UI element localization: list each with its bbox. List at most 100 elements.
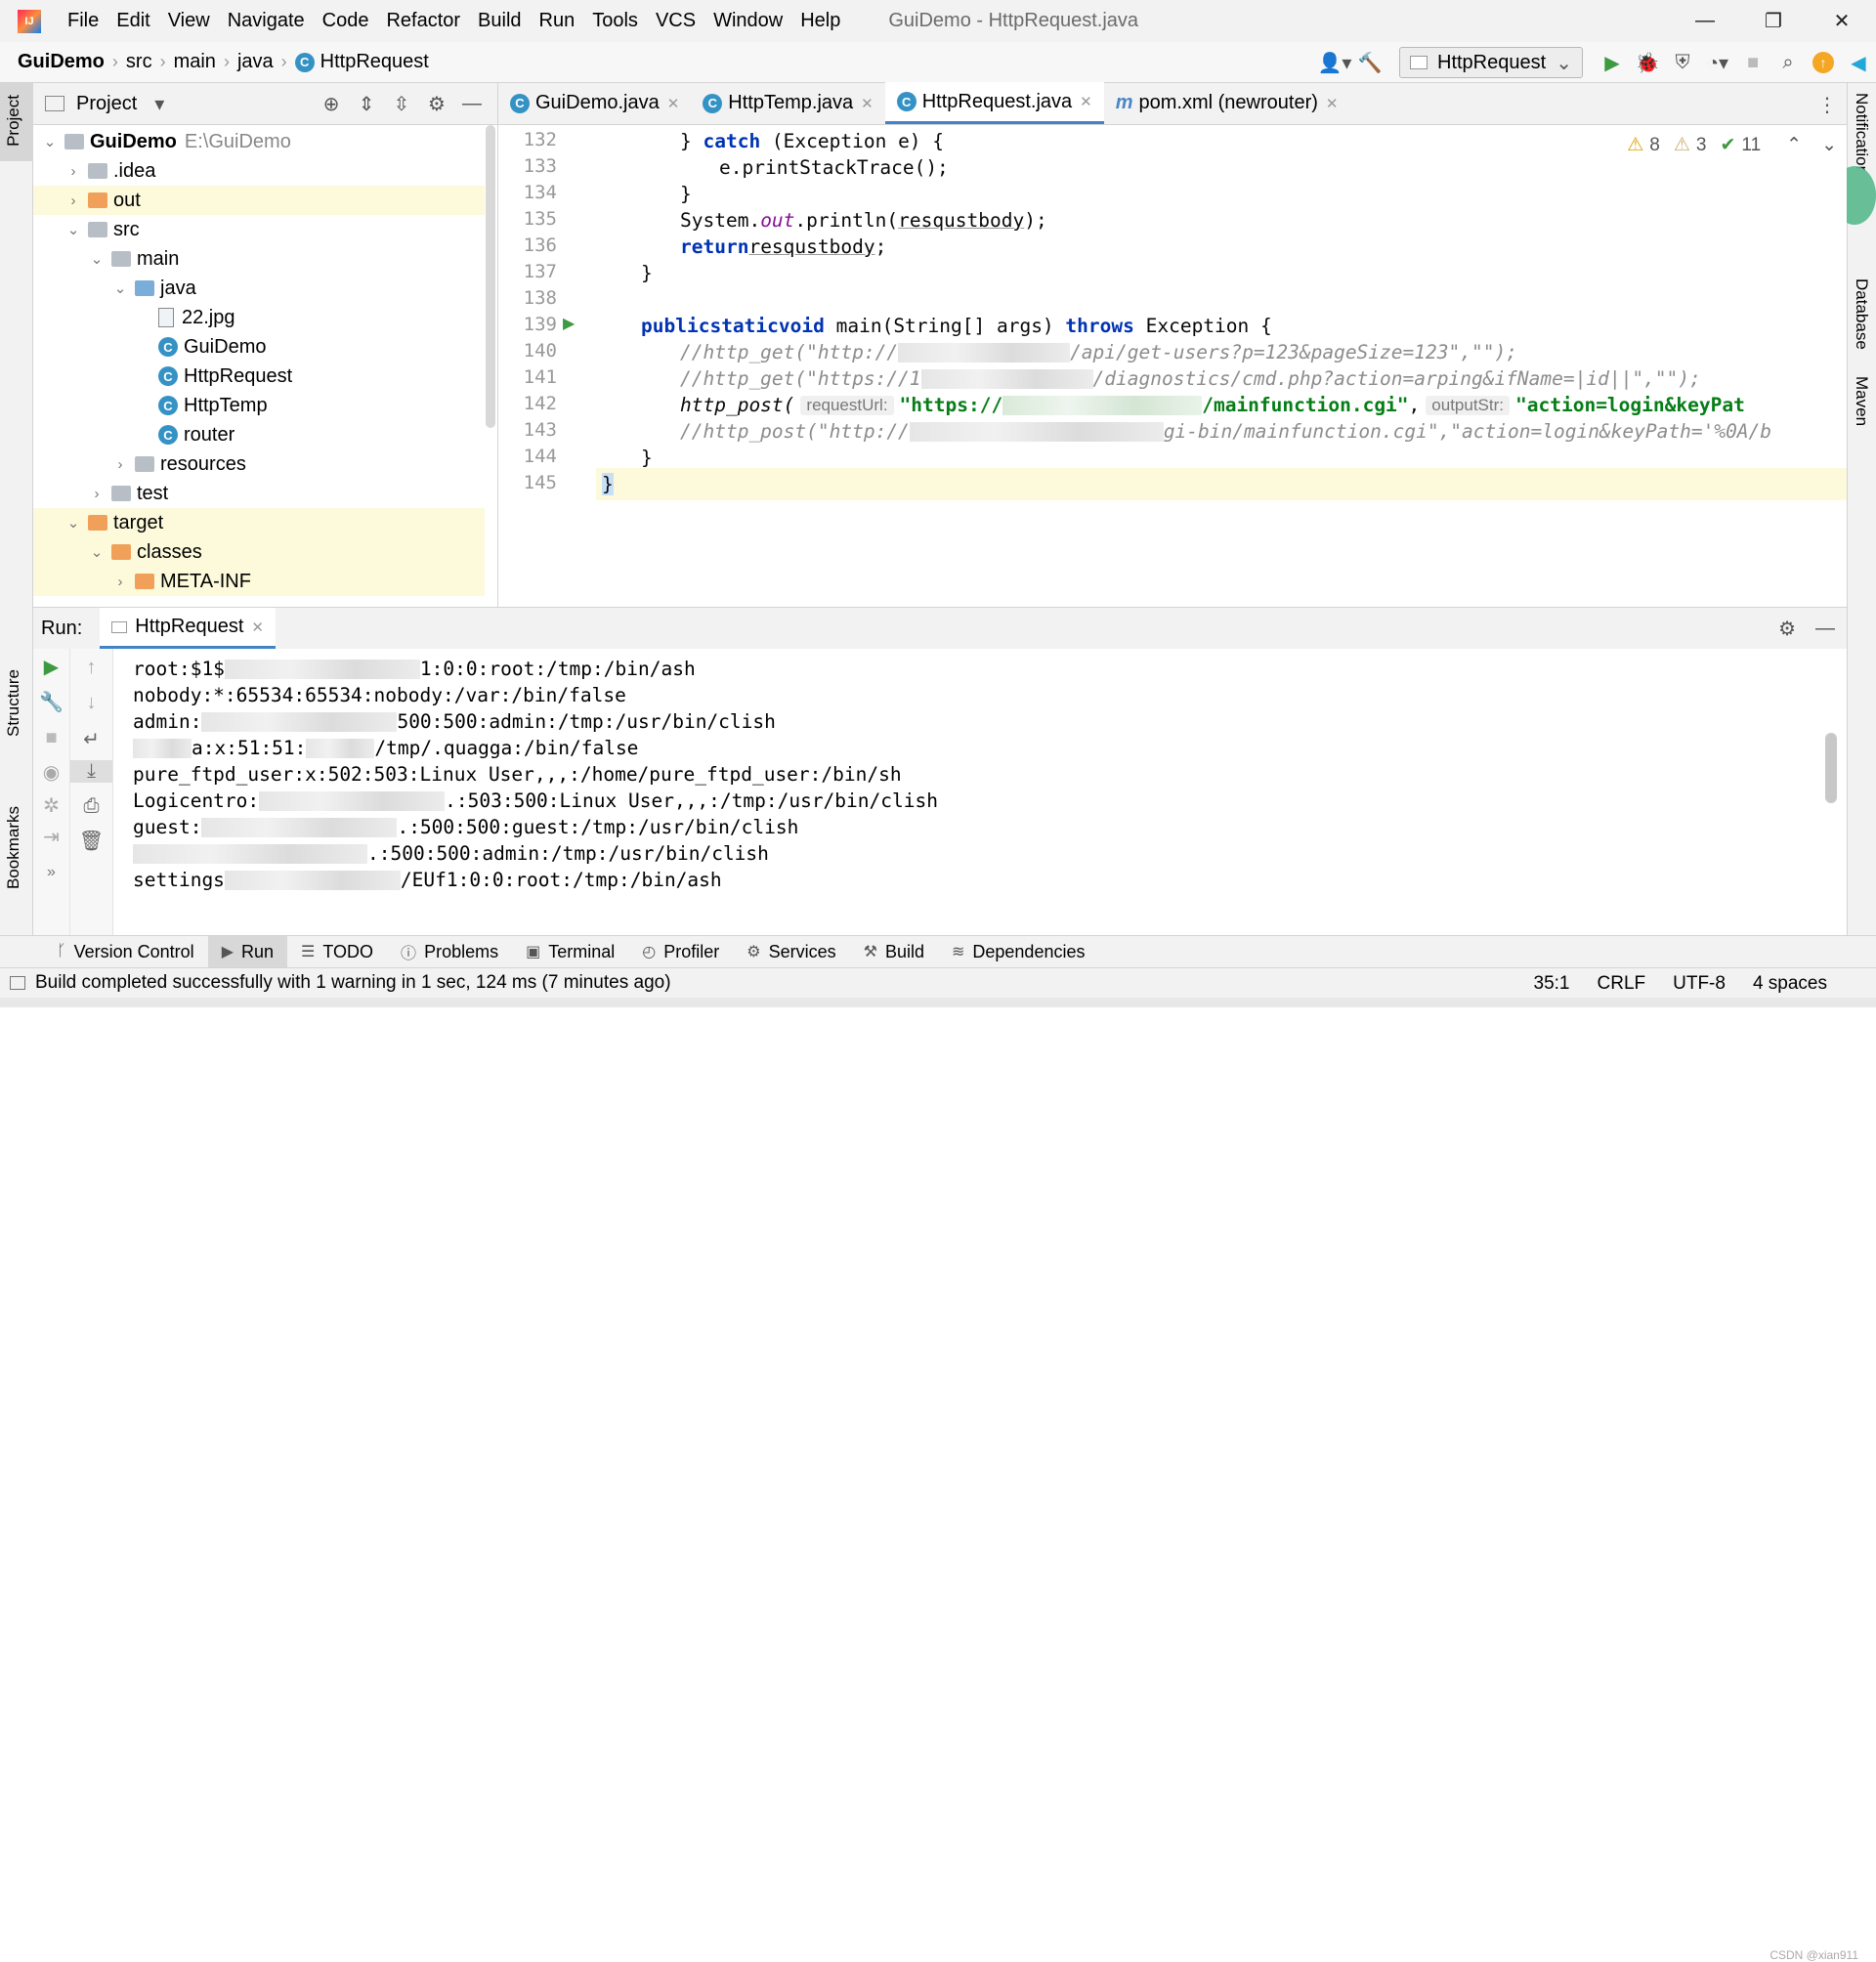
close-icon[interactable]: ✕	[1326, 95, 1339, 112]
tree-item[interactable]: ⌄ classes	[33, 537, 485, 567]
chevron-right-icon[interactable]: ›	[111, 456, 129, 473]
tab-bookmarks[interactable]: Bookmarks	[4, 806, 23, 889]
menu-window[interactable]: Window	[704, 10, 791, 32]
tool-terminal[interactable]: ▣ Terminal	[512, 936, 628, 968]
rerun-icon[interactable]: ▶	[33, 655, 69, 679]
down-arrow-icon[interactable]: ↓	[70, 692, 112, 714]
tab-pom-xml[interactable]: m pom.xml (newrouter) ✕	[1104, 82, 1350, 124]
tree-item[interactable]: › out	[33, 186, 485, 215]
chevron-down-icon[interactable]: ⌄	[1821, 134, 1837, 156]
close-icon[interactable]: ✕	[667, 95, 680, 112]
breadcrumb-project[interactable]: GuiDemo	[14, 51, 108, 73]
up-arrow-icon[interactable]: ↑	[70, 657, 112, 679]
tool-todo[interactable]: ☰ TODO	[287, 936, 387, 968]
debug-icon[interactable]: 🐞	[1630, 45, 1665, 80]
tab-maven[interactable]: Maven	[1852, 376, 1871, 426]
chevron-down-icon[interactable]: ⌄	[111, 279, 129, 297]
menu-view[interactable]: View	[159, 10, 219, 32]
tree-item[interactable]: ⌄ java	[33, 274, 485, 303]
close-icon[interactable]: ✕	[861, 95, 874, 112]
tree-item[interactable]: C GuiDemo	[33, 332, 485, 362]
menu-refactor[interactable]: Refactor	[377, 10, 469, 32]
gear-icon[interactable]: ⚙	[419, 87, 454, 122]
tool-dependencies[interactable]: ≋ Dependencies	[938, 936, 1099, 968]
menu-vcs[interactable]: VCS	[647, 10, 704, 32]
close-icon[interactable]: ✕	[251, 618, 264, 636]
close-window-button[interactable]: ✕	[1808, 0, 1876, 42]
tab-httprequest-java[interactable]: C HttpRequest.java ✕	[884, 82, 1104, 124]
run-configuration-select[interactable]: HttpRequest ⌄	[1399, 47, 1583, 78]
camera-icon[interactable]: ◉	[33, 760, 69, 785]
tree-item[interactable]: ⌄ GuiDemo E:\GuiDemo	[33, 127, 485, 156]
tab-structure[interactable]: Structure	[4, 669, 23, 737]
menu-run[interactable]: Run	[531, 10, 584, 32]
chevron-up-icon[interactable]: ⌃	[1786, 134, 1802, 156]
expand-all-icon[interactable]: ⇕	[349, 87, 384, 122]
bug-icon[interactable]: ✲	[33, 793, 69, 818]
toggle-tool-windows-icon[interactable]	[10, 976, 25, 990]
gear-icon[interactable]: ⚙	[1778, 617, 1796, 641]
file-encoding[interactable]: UTF-8	[1673, 973, 1726, 995]
status-message[interactable]: Build completed successfully with 1 warn…	[35, 972, 671, 994]
restore-button[interactable]: ❐	[1739, 0, 1808, 42]
coverage-icon[interactable]: ⛨	[1665, 45, 1700, 80]
search-icon[interactable]: ⌕	[1770, 45, 1806, 80]
inspection-widget[interactable]: ⚠ 8 ⚠ 3 ✔ 11 ⌃ ⌄	[1627, 134, 1837, 156]
run-icon[interactable]: ▶	[1595, 45, 1630, 80]
build-hammer-icon[interactable]: 🔨	[1352, 45, 1387, 80]
exit-icon[interactable]: ⇥	[33, 825, 69, 849]
run-tab-httprequest[interactable]: HttpRequest ✕	[100, 608, 276, 649]
chevron-right-icon[interactable]: ›	[111, 574, 129, 590]
tool-build[interactable]: ⚒ Build	[850, 936, 938, 968]
indent-setting[interactable]: 4 spaces	[1753, 973, 1827, 995]
stop-icon[interactable]: ■	[33, 727, 69, 749]
code-area[interactable]: } catch (Exception e) { e.printStackTrac…	[596, 125, 1847, 607]
user-icon[interactable]: 👤▾	[1317, 45, 1352, 80]
hide-icon[interactable]: —	[1815, 618, 1835, 640]
menu-navigate[interactable]: Navigate	[219, 10, 314, 32]
tool-version-control[interactable]: ᚴ Version Control	[43, 936, 208, 968]
caret-position[interactable]: 35:1	[1534, 973, 1570, 995]
print-icon[interactable]: ⎙	[70, 795, 112, 818]
chevron-right-icon[interactable]: ›	[88, 486, 106, 502]
stop-icon[interactable]: ■	[1735, 45, 1770, 80]
menu-help[interactable]: Help	[791, 10, 849, 32]
tool-run[interactable]: ▶ Run	[207, 935, 288, 968]
collapse-all-icon[interactable]: ⇳	[384, 87, 419, 122]
tool-services[interactable]: ⚙ Services	[733, 936, 849, 968]
line-separator[interactable]: CRLF	[1598, 973, 1646, 995]
chevron-down-icon[interactable]: ⌄	[64, 514, 82, 532]
tree-item[interactable]: 22.jpg	[33, 303, 485, 332]
locate-icon[interactable]: ⊕	[314, 87, 349, 122]
tree-item[interactable]: C HttpTemp	[33, 391, 485, 420]
chevron-right-icon[interactable]: ›	[64, 192, 82, 209]
tab-guidemo-java[interactable]: C GuiDemo.java ✕	[498, 82, 691, 124]
hide-icon[interactable]: —	[454, 87, 490, 122]
tab-project[interactable]: Project	[4, 95, 23, 147]
tool-problems[interactable]: ⓘ Problems	[387, 936, 512, 968]
more-tabs-icon[interactable]: ⋮	[1817, 93, 1837, 117]
tree-item[interactable]: C HttpRequest	[33, 362, 485, 391]
menu-build[interactable]: Build	[469, 10, 530, 32]
jetbrains-toolbox-icon[interactable]: ◀	[1841, 45, 1876, 80]
profile-icon[interactable]: ◔▾	[1700, 45, 1735, 80]
tree-item[interactable]: ⌄ target	[33, 508, 485, 537]
breadcrumb-class[interactable]: C HttpRequest	[291, 51, 433, 73]
chevron-down-icon[interactable]: ⌄	[64, 221, 82, 238]
menu-code[interactable]: Code	[314, 10, 378, 32]
chevron-down-icon[interactable]: ⌄	[41, 133, 59, 150]
close-icon[interactable]: ✕	[1080, 93, 1092, 110]
breadcrumb-main[interactable]: main	[170, 51, 220, 73]
tree-item[interactable]: Crouter	[33, 420, 485, 449]
tree-item[interactable]: › META-INF	[33, 567, 485, 596]
wrench-icon[interactable]: 🔧	[33, 690, 69, 714]
tool-profiler[interactable]: ◴ Profiler	[628, 936, 733, 968]
menu-tools[interactable]: Tools	[583, 10, 647, 32]
menu-edit[interactable]: Edit	[107, 10, 158, 32]
chevron-down-icon[interactable]: ⌄	[88, 543, 106, 561]
breadcrumb-src[interactable]: src	[122, 51, 156, 73]
menu-file[interactable]: File	[59, 10, 107, 32]
tree-item[interactable]: › test	[33, 479, 485, 508]
chevron-right-icon[interactable]: ›	[64, 163, 82, 180]
more-icon[interactable]: »	[33, 864, 69, 881]
